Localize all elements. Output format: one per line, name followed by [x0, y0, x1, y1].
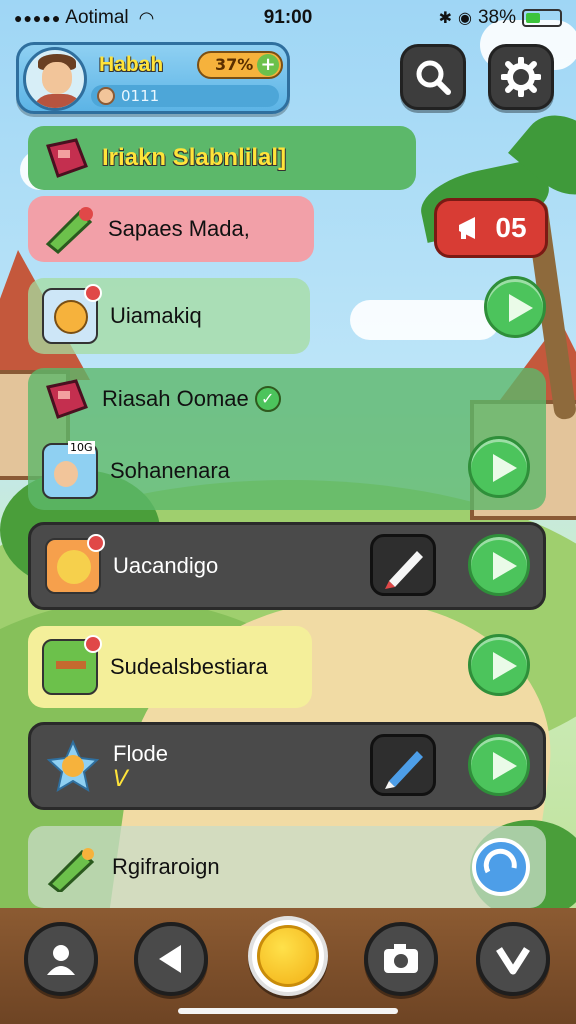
camera-icon	[384, 944, 418, 973]
status-bar: ●●●●● Aotimal ◠ 91:00 ✱ ◉ 38%	[0, 0, 576, 36]
gold-circle-icon	[257, 925, 319, 987]
player-name: Habah	[99, 53, 164, 76]
check-icon: ✓	[254, 386, 281, 412]
ticket-icon	[46, 379, 88, 419]
play-button[interactable]	[468, 734, 530, 796]
ticket-icon	[46, 138, 88, 178]
list-item[interactable]: Sudealsbestiara	[28, 626, 312, 708]
list-item-label: Riasah Oomae	[102, 386, 249, 411]
back-nav-button[interactable]	[134, 922, 208, 996]
search-button[interactable]	[400, 44, 466, 110]
quest-header[interactable]: Iriakn Slabnlilal]	[28, 126, 416, 190]
user-icon	[47, 945, 75, 975]
clock: 91:00	[263, 7, 313, 28]
coin-icon	[97, 87, 115, 105]
rocket-icon	[45, 207, 93, 254]
lion-card-icon	[45, 534, 105, 594]
camera-nav-button[interactable]	[364, 922, 438, 996]
quest-header-title: Iriakn Slabnlilal]	[102, 144, 287, 171]
plus-icon[interactable]: +	[257, 54, 279, 76]
list-item[interactable]: Uiamakiq	[28, 278, 310, 354]
profile-nav-button[interactable]	[24, 922, 98, 996]
counter-value: 05	[495, 212, 527, 243]
home-nav-button[interactable]	[248, 916, 328, 996]
left-triangle-icon	[159, 945, 181, 973]
settings-button[interactable]	[488, 44, 554, 110]
list-item[interactable]: 10G Sohanenara	[28, 436, 448, 506]
list-item-label: Sudealsbestiara	[110, 654, 268, 679]
list-item-label: Sapaes Mada,	[108, 216, 250, 241]
coin-bar: 0111	[91, 85, 279, 107]
pencil-icon	[385, 751, 423, 789]
megaphone-icon	[459, 217, 476, 239]
list-item-text: Flode V	[113, 741, 168, 792]
pencil-icon	[385, 551, 423, 589]
list-item[interactable]: Riasah Oomae ✓	[28, 368, 448, 430]
gear-icon	[501, 57, 541, 97]
edit-button[interactable]	[370, 734, 436, 796]
search-icon	[416, 60, 451, 95]
counter-badge[interactable]: 05	[434, 198, 548, 258]
list-item-label: Sohanenara	[110, 458, 230, 483]
more-nav-button[interactable]	[476, 922, 550, 996]
play-button[interactable]	[468, 436, 530, 498]
icon-caption: 10G	[68, 441, 95, 454]
list-item[interactable]: Rgifraroign	[28, 826, 546, 908]
level-value: 37%	[215, 55, 254, 74]
battery-icon	[522, 9, 562, 27]
list-item-label: Uacandigo	[113, 553, 219, 578]
refresh-icon	[483, 848, 517, 874]
refresh-button[interactable]	[472, 838, 530, 896]
play-button[interactable]	[468, 534, 530, 596]
avatar[interactable]	[23, 47, 87, 111]
list-item-label: Uiamakiq	[110, 303, 202, 328]
play-button[interactable]	[468, 634, 530, 696]
cloud	[350, 300, 500, 340]
smiley-icon	[42, 284, 102, 344]
play-button[interactable]	[484, 276, 546, 338]
chevron-down-icon	[496, 947, 530, 975]
coin-count: 0111	[121, 87, 160, 105]
list-item-label: Flode	[113, 740, 169, 766]
rocket-icon	[47, 848, 95, 892]
home-indicator[interactable]	[178, 1008, 398, 1014]
edit-button[interactable]	[370, 534, 436, 596]
star-character-icon	[45, 738, 101, 794]
level-pill[interactable]: 37% +	[197, 51, 283, 79]
character-card-icon: 10G	[42, 441, 98, 499]
list-item[interactable]: Sapaes Mada,	[28, 196, 314, 262]
profile-card[interactable]: Habah 37% + 0111	[16, 42, 290, 114]
map-icon	[42, 635, 102, 695]
list-item-label: Rgifraroign	[112, 854, 220, 879]
list-item-sub: V	[113, 766, 129, 792]
